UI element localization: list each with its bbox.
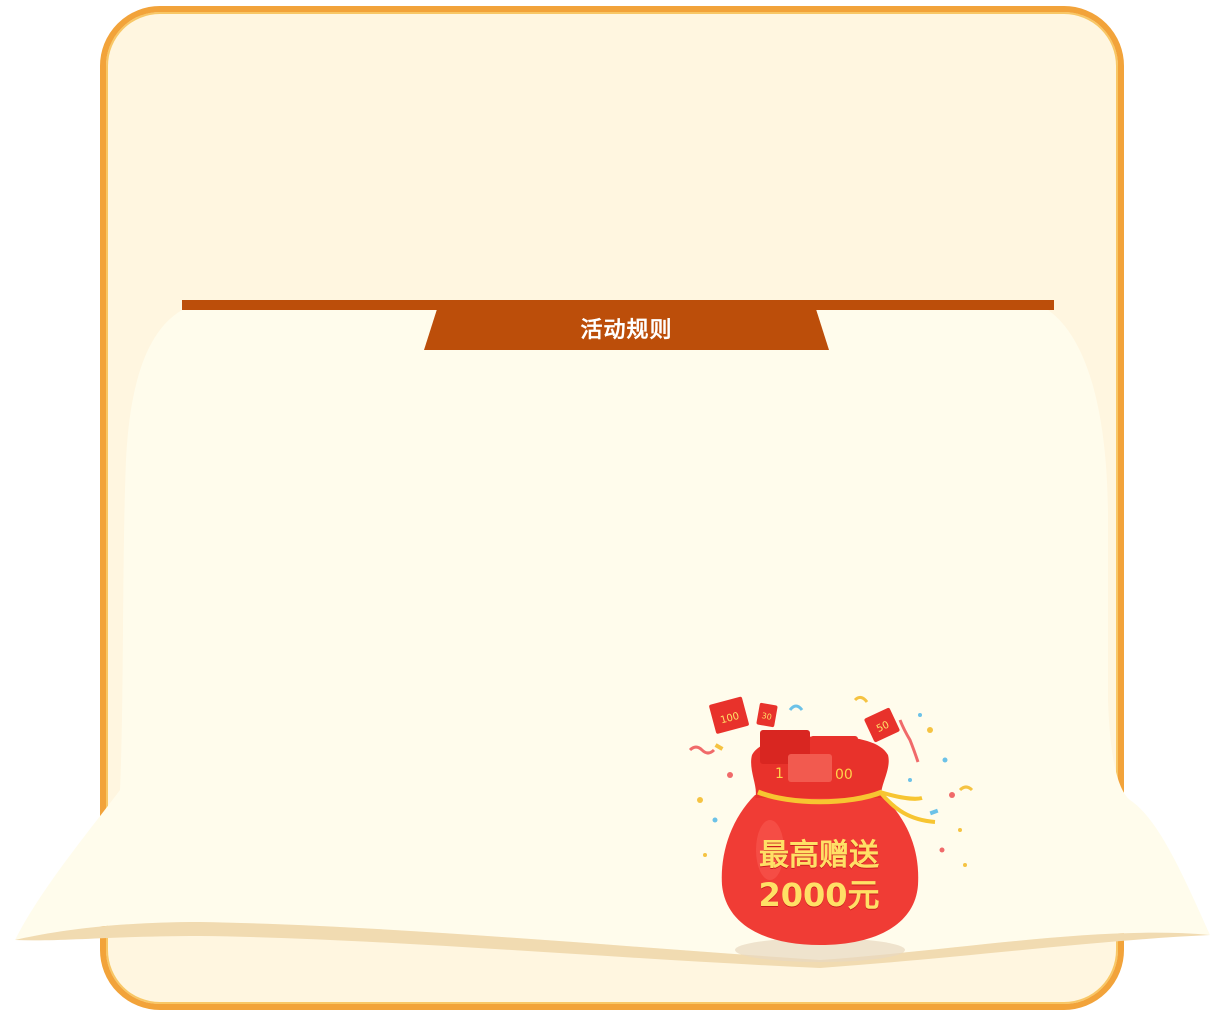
- promo-line2: 2000元: [758, 876, 880, 914]
- rules-paper-panel: [15, 310, 1210, 968]
- svg-text:00: 00: [835, 767, 853, 783]
- money-bag-promo: 100 30 50 1 00 最高赠送 2000元: [660, 680, 990, 970]
- svg-text:30: 30: [761, 711, 773, 722]
- red-money-bag-icon: 100 30 50 1 00: [688, 695, 974, 962]
- rules-title: 活动规则: [580, 318, 673, 343]
- page-stage: 活动规则 100 30 50 1 00 最高赠送 2000元: [0, 0, 1224, 1034]
- svg-text:1: 1: [775, 766, 784, 782]
- promo-line1: 最高赠送: [759, 838, 879, 873]
- rules-title-tab: 活动规则: [424, 306, 829, 350]
